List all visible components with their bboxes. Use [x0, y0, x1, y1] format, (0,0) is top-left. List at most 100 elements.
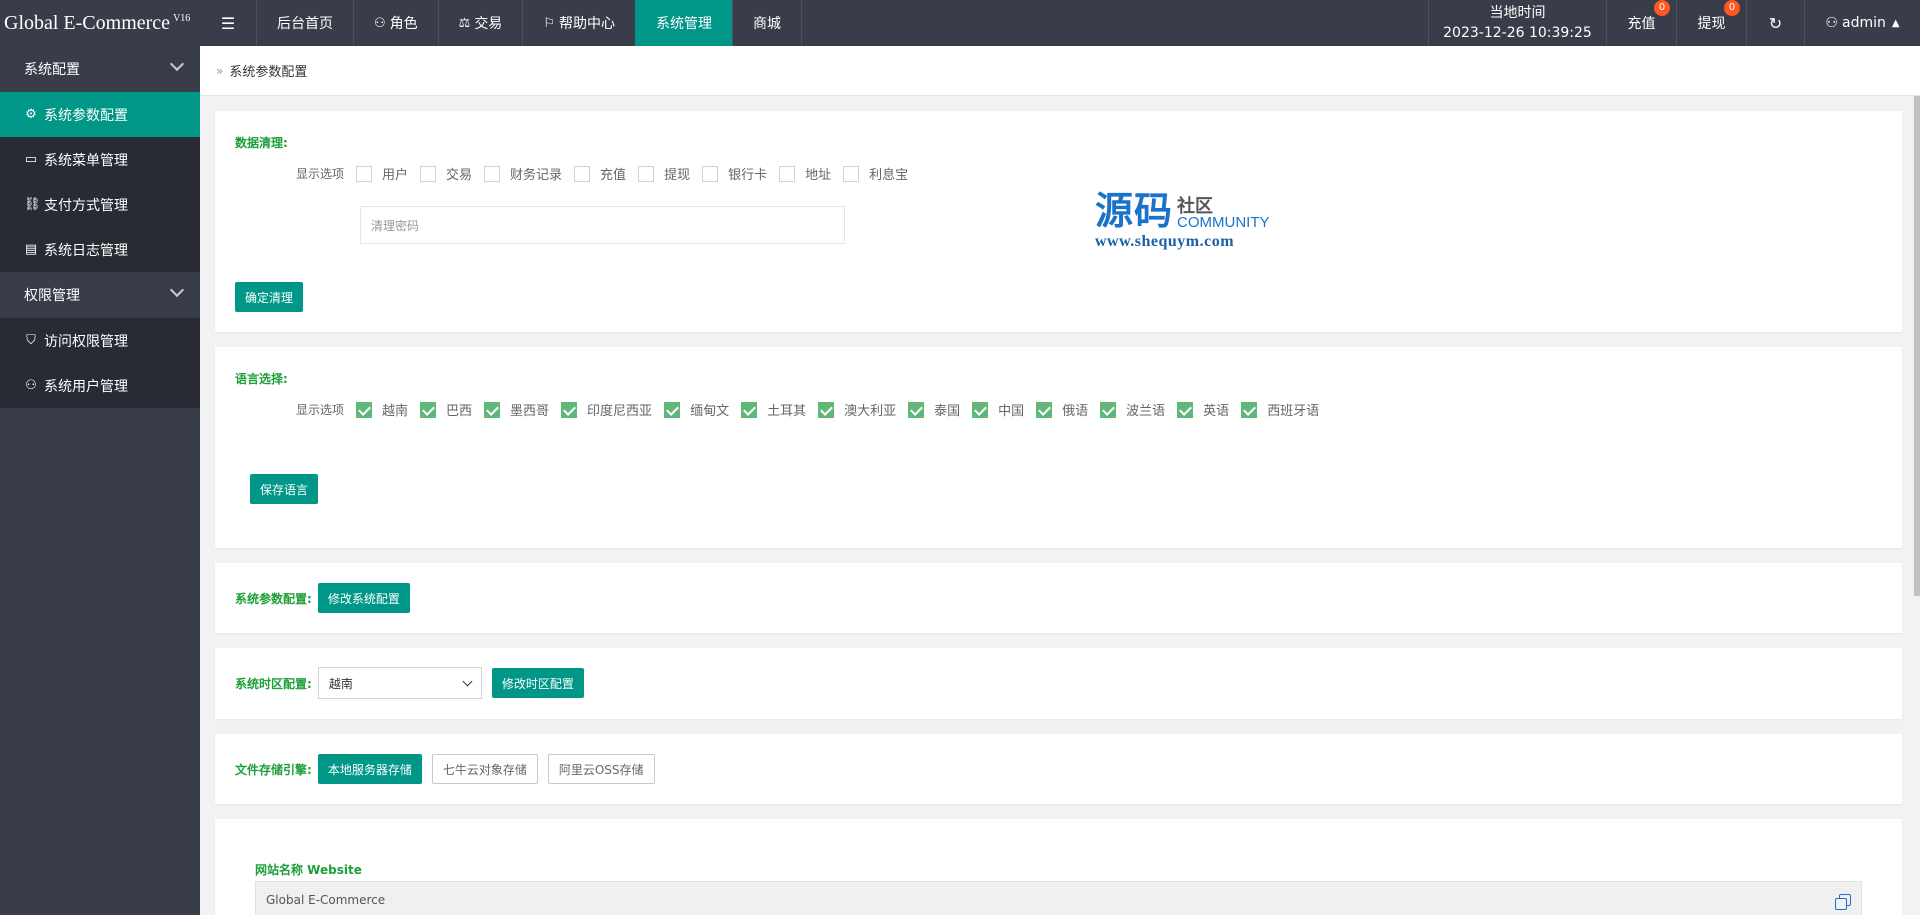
- recharge-badge: 0: [1654, 0, 1670, 16]
- checkbox-lang-spanish[interactable]: 西班牙语: [1241, 400, 1319, 419]
- checkbox-lang-indonesia[interactable]: 印度尼西亚: [561, 400, 652, 419]
- withdraw-button[interactable]: 提现 0: [1676, 0, 1746, 46]
- sidebar-item-log-manage[interactable]: ▤ 系统日志管理: [0, 227, 200, 272]
- user-icon: ⚇: [1825, 15, 1838, 31]
- checkbox-lang-english[interactable]: 英语: [1177, 400, 1229, 419]
- checkbox-lang-mexico[interactable]: 墨西哥: [484, 400, 549, 419]
- local-clock: 当地时间 2023-12-26 10:39:25: [1428, 0, 1606, 46]
- checkbox-clear-address[interactable]: 地址: [779, 164, 831, 183]
- storage-local-button[interactable]: 本地服务器存储: [317, 754, 422, 784]
- checkbox-label: 银行卡: [728, 168, 768, 183]
- nav-item-dashboard[interactable]: 后台首页: [256, 0, 353, 46]
- storage-aliyun-button[interactable]: 阿里云OSS存储: [547, 754, 655, 784]
- checkbox-box: [741, 401, 758, 418]
- nav-label: 系统管理: [655, 16, 712, 32]
- sidebar-item-label: 支付方式管理: [44, 197, 128, 214]
- checkbox-label: 巴西: [446, 404, 473, 419]
- copy-icon[interactable]: [1835, 894, 1851, 910]
- checkbox-label: 提现: [664, 168, 691, 183]
- checkbox-box: [779, 165, 796, 182]
- sidebar-item-label: 系统参数配置: [44, 107, 128, 124]
- checkbox-lang-turkey[interactable]: 土耳其: [741, 400, 806, 419]
- nav-item-mall[interactable]: 商城: [731, 0, 802, 46]
- checkbox-box: [664, 401, 681, 418]
- sidebar-group-system-config[interactable]: 系统配置: [0, 46, 200, 92]
- sidebar-group-label: 权限管理: [24, 288, 80, 304]
- checkbox-box: [1100, 401, 1117, 418]
- system-params-title: 系统参数配置:: [235, 591, 312, 606]
- checkbox-label: 越南: [382, 404, 409, 419]
- brand-logo[interactable]: Global E-Commerce V16: [0, 0, 200, 46]
- sidebar-item-label: 系统菜单管理: [44, 152, 128, 169]
- refresh-button[interactable]: ↻: [1746, 0, 1804, 46]
- sidebar-item-payment-manage[interactable]: ⛓ 支付方式管理: [0, 182, 200, 227]
- sidebar-item-label: 系统用户管理: [44, 378, 128, 395]
- website-card: 网站名称 Website Global E-Commerce: [215, 819, 1902, 915]
- checkbox-label: 充值: [600, 168, 627, 183]
- sidebar-item-user-manage[interactable]: ⚇ 系统用户管理: [0, 363, 200, 408]
- user-menu[interactable]: ⚇ admin ▲: [1804, 0, 1920, 46]
- checkbox-lang-australia[interactable]: 澳大利亚: [818, 400, 896, 419]
- confirm-clear-button[interactable]: 确定清理: [235, 282, 304, 312]
- sidebar-item-menu-manage[interactable]: ▭ 系统菜单管理: [0, 137, 200, 182]
- sidebar-item-system-params[interactable]: ⚙ 系统参数配置: [0, 92, 200, 137]
- checkbox-clear-recharge[interactable]: 充值: [574, 164, 626, 183]
- nav-item-role[interactable]: ⚇ 角色: [353, 0, 438, 46]
- checkbox-box: [484, 401, 501, 418]
- checkbox-lang-brazil[interactable]: 巴西: [420, 400, 472, 419]
- user-name: admin: [1841, 15, 1886, 31]
- checkbox-lang-russian[interactable]: 俄语: [1036, 400, 1088, 419]
- edit-timezone-button[interactable]: 修改时区配置: [491, 668, 584, 698]
- timezone-select[interactable]: 越南: [317, 667, 482, 699]
- checkbox-lang-burmese[interactable]: 缅甸文: [664, 400, 729, 419]
- checkbox-label: 英语: [1203, 404, 1230, 419]
- checkbox-box: [420, 401, 437, 418]
- scrollbar[interactable]: [1914, 96, 1920, 915]
- brand-name: Global E-Commerce: [4, 11, 171, 34]
- nav-item-system[interactable]: 系统管理: [634, 0, 732, 46]
- scrollbar-thumb[interactable]: [1914, 96, 1920, 596]
- checkbox-label: 墨西哥: [510, 404, 550, 419]
- clear-password-input[interactable]: 清理密码: [360, 206, 845, 244]
- sidebar-item-access-manage[interactable]: ⛉ 访问权限管理: [0, 318, 200, 363]
- nav-item-help[interactable]: ⚐ 帮助中心: [522, 0, 635, 46]
- checkbox-clear-withdraw[interactable]: 提现: [638, 164, 690, 183]
- checkbox-lang-vietnam[interactable]: 越南: [356, 400, 408, 419]
- save-language-button[interactable]: 保存语言: [250, 474, 319, 504]
- checkbox-label: 西班牙语: [1267, 404, 1320, 419]
- input-placeholder: 清理密码: [371, 218, 420, 233]
- checkbox-label: 澳大利亚: [844, 404, 897, 419]
- nav-label: 交易: [474, 16, 503, 32]
- checkbox-label: 利息宝: [869, 168, 909, 183]
- withdraw-badge: 0: [1724, 0, 1740, 16]
- storage-qiniu-button[interactable]: 七牛云对象存储: [431, 754, 538, 784]
- checkbox-clear-finance[interactable]: 财务记录: [484, 164, 562, 183]
- checkbox-clear-bankcard[interactable]: 银行卡: [702, 164, 767, 183]
- checkbox-box: [484, 165, 501, 182]
- checkbox-box: [574, 165, 591, 182]
- recharge-label: 充值: [1627, 16, 1656, 32]
- checkbox-clear-interest[interactable]: 利息宝: [843, 164, 908, 183]
- data-clear-title: 数据清理:: [235, 136, 288, 150]
- flag-icon: ⚐: [543, 15, 555, 31]
- nav-item-trade[interactable]: ⚖ 交易: [437, 0, 523, 46]
- watermark-big: 源码: [1095, 188, 1174, 233]
- website-label: 网站名称 Website: [255, 863, 362, 877]
- checkbox-lang-china[interactable]: 中国: [972, 400, 1024, 419]
- recharge-button[interactable]: 充值 0: [1606, 0, 1676, 46]
- checkbox-clear-user[interactable]: 用户: [356, 164, 408, 183]
- checkbox-box: [420, 165, 437, 182]
- checkbox-lang-thailand[interactable]: 泰国: [908, 400, 960, 419]
- scale-icon: ⚖: [458, 15, 471, 31]
- edit-system-config-button[interactable]: 修改系统配置: [317, 583, 410, 613]
- website-name-input[interactable]: Global E-Commerce: [255, 881, 1862, 915]
- refresh-icon: ↻: [1768, 13, 1783, 33]
- clock-label: 当地时间: [1489, 5, 1546, 21]
- nav-label: 后台首页: [277, 16, 333, 32]
- system-params-row: 系统参数配置: 修改系统配置: [235, 583, 410, 613]
- checkbox-box: [561, 401, 578, 418]
- sidebar-group-permission[interactable]: 权限管理: [0, 272, 200, 318]
- sidebar-toggle-button[interactable]: ☰: [200, 0, 256, 46]
- checkbox-clear-trade[interactable]: 交易: [420, 164, 472, 183]
- checkbox-lang-polish[interactable]: 波兰语: [1100, 400, 1165, 419]
